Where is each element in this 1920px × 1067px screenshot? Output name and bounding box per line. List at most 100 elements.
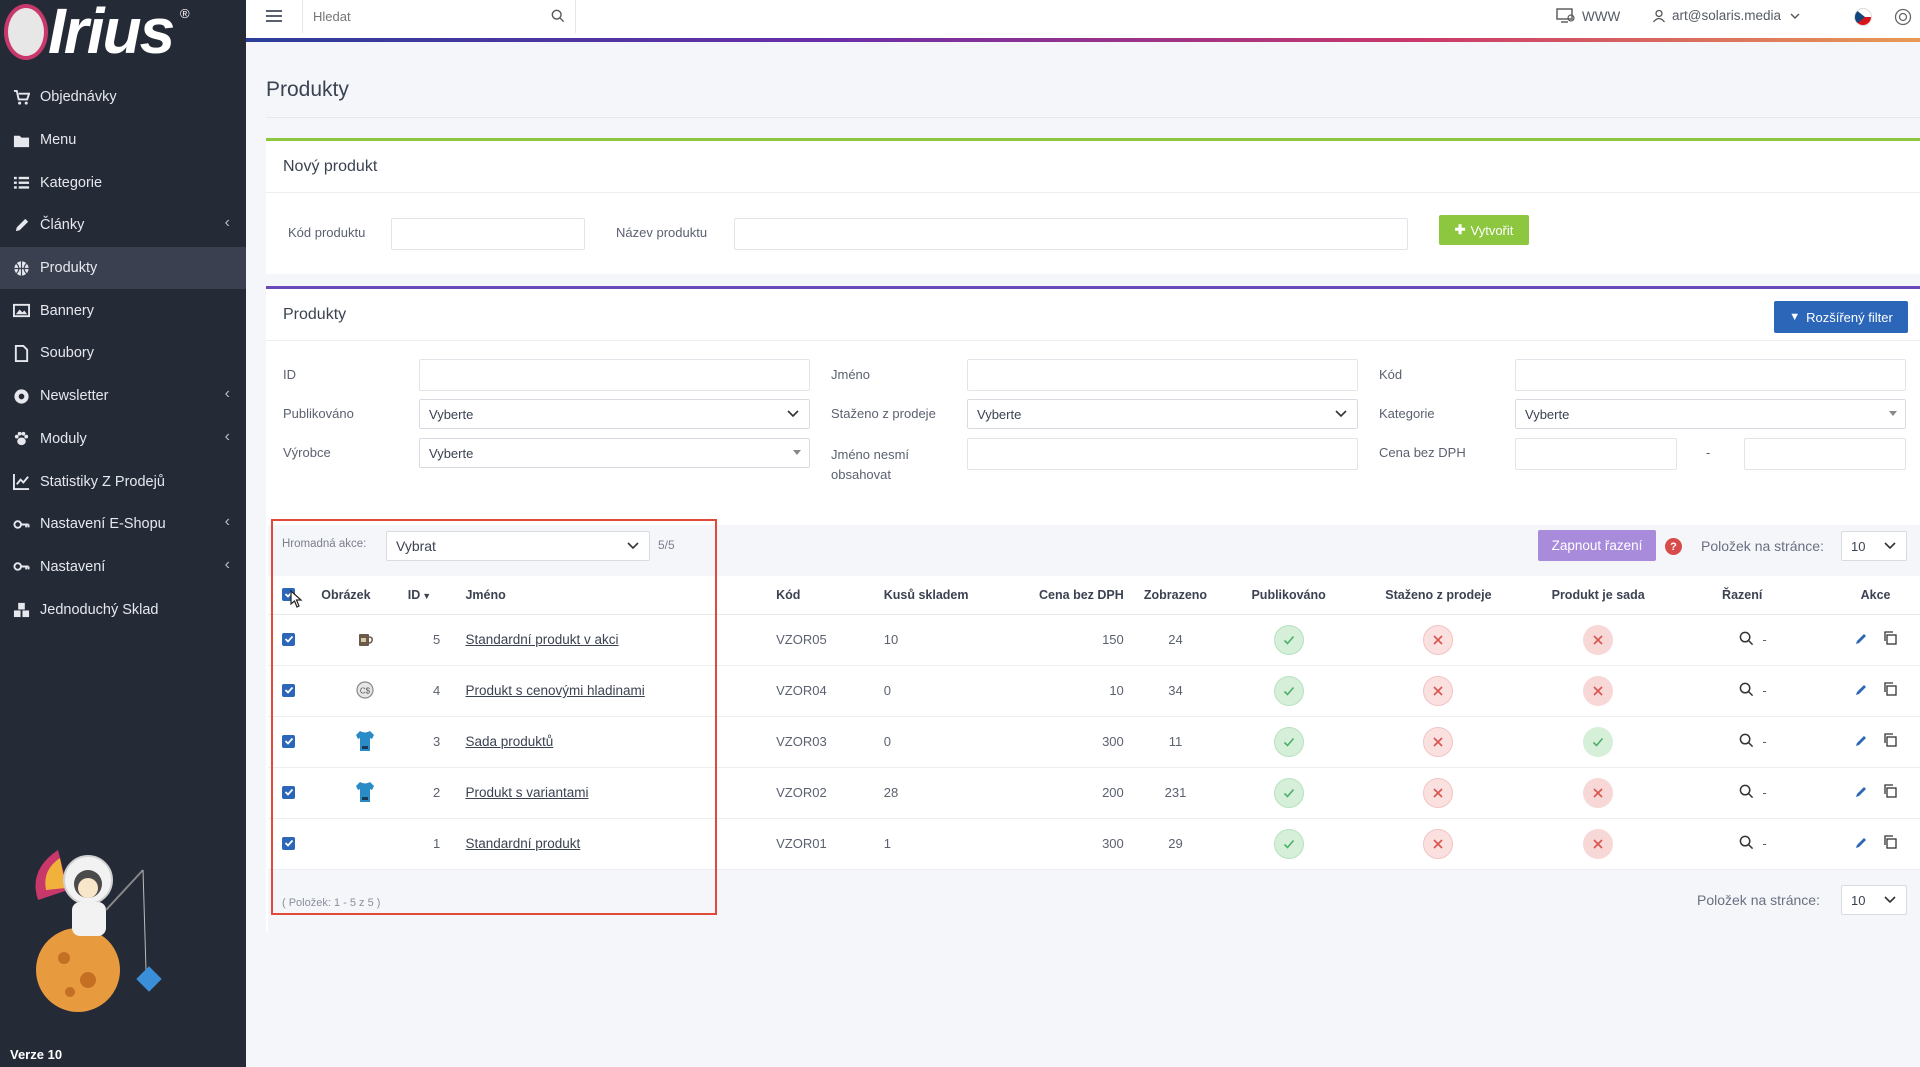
filter-name-not-contain-input[interactable] bbox=[967, 438, 1358, 470]
filter-price-to-input[interactable] bbox=[1744, 438, 1906, 470]
copy-icon[interactable] bbox=[1882, 681, 1898, 697]
sidebar-item-kategorie[interactable]: Kategorie bbox=[0, 161, 246, 204]
copy-icon[interactable] bbox=[1882, 732, 1898, 748]
product-thumbnail[interactable]: C$ bbox=[352, 677, 378, 703]
sidebar-item-moduly[interactable]: Moduly ‹ bbox=[0, 418, 246, 461]
sidebar-item-menu[interactable]: Menu bbox=[0, 119, 246, 162]
sidebar-item-bannery[interactable]: Bannery bbox=[0, 289, 246, 332]
sidebar-item-soubory[interactable]: Soubory bbox=[0, 332, 246, 375]
withdrawn-no-icon[interactable] bbox=[1423, 675, 1454, 706]
sidebar-item-statistiky-z-prodej-[interactable]: Statistiky Z Prodejů bbox=[0, 460, 246, 503]
filter-category-select[interactable]: Vyberte bbox=[1515, 399, 1906, 429]
published-yes-icon[interactable] bbox=[1273, 777, 1304, 808]
product-thumbnail[interactable] bbox=[352, 728, 378, 754]
product-thumbnail[interactable] bbox=[352, 779, 378, 805]
filter-published-select[interactable]: Vyberte bbox=[419, 399, 810, 429]
edit-icon[interactable] bbox=[1854, 734, 1868, 748]
row-sorting: - bbox=[1762, 818, 1832, 870]
copy-icon[interactable] bbox=[1882, 630, 1898, 646]
search-input[interactable] bbox=[303, 0, 533, 33]
row-checkbox[interactable] bbox=[282, 734, 295, 748]
create-button[interactable]: ✚ Vytvořit bbox=[1439, 215, 1529, 245]
advanced-filter-button[interactable]: ▼ Rozšířený filter bbox=[1774, 301, 1908, 333]
sidebar-item-label: Newsletter bbox=[40, 388, 109, 405]
new-product-title: Nový produkt bbox=[266, 141, 1920, 193]
row-stock: 10 bbox=[883, 614, 1006, 666]
filter-name-input[interactable] bbox=[967, 359, 1358, 391]
product-name-link[interactable]: Produkt s cenovými hladinami bbox=[465, 683, 644, 698]
row-checkbox[interactable] bbox=[282, 785, 295, 799]
filter-category-label: Kategorie bbox=[1379, 406, 1435, 421]
sidebar-item-objedn-vky[interactable]: Objednávky bbox=[0, 76, 246, 119]
published-yes-icon[interactable] bbox=[1273, 675, 1304, 706]
row-checkbox[interactable] bbox=[282, 683, 295, 697]
www-link[interactable]: WWW bbox=[1556, 8, 1620, 24]
product-name-link[interactable]: Sada produktů bbox=[465, 734, 553, 749]
withdrawn-no-icon[interactable] bbox=[1423, 828, 1454, 859]
enable-sorting-button[interactable]: Zapnout řazení bbox=[1538, 530, 1656, 561]
withdrawn-no-icon[interactable] bbox=[1423, 624, 1454, 655]
row-code: VZOR03 bbox=[776, 716, 884, 768]
product-code-input[interactable] bbox=[391, 218, 585, 250]
sidebar-item-jednoduch-sklad[interactable]: Jednoduchý Sklad bbox=[0, 588, 246, 631]
col-id[interactable]: ID ▼ bbox=[407, 576, 466, 615]
filter-price-label: Cena bez DPH bbox=[1379, 445, 1466, 460]
user-menu[interactable]: art@solaris.media bbox=[1652, 8, 1801, 23]
is-set-no-icon bbox=[1583, 675, 1614, 706]
withdrawn-no-icon[interactable] bbox=[1423, 777, 1454, 808]
power-icon[interactable] bbox=[1894, 8, 1912, 26]
bulk-action-select[interactable]: Vybrat bbox=[386, 531, 650, 561]
product-name-link[interactable]: Produkt s variantami bbox=[465, 785, 588, 800]
filter-manufacturer-select[interactable]: Vyberte bbox=[419, 438, 810, 468]
search-icon[interactable] bbox=[1739, 631, 1754, 646]
per-page-select-bottom[interactable]: 10 bbox=[1841, 885, 1907, 915]
chevron-down-icon bbox=[1884, 542, 1896, 550]
filter-code-input[interactable] bbox=[1515, 359, 1906, 391]
row-checkbox[interactable] bbox=[282, 632, 295, 646]
search-icon[interactable] bbox=[1739, 682, 1754, 697]
filter-id-input[interactable] bbox=[419, 359, 810, 391]
row-checkbox[interactable] bbox=[282, 836, 295, 850]
row-name-cell: Standardní produkt v akci bbox=[465, 614, 777, 666]
per-page-select[interactable]: 10 bbox=[1841, 531, 1907, 561]
row-is-set-cell bbox=[1522, 665, 1674, 717]
logo[interactable]: Irius ® bbox=[0, 0, 246, 72]
mouse-cursor-icon bbox=[290, 590, 303, 608]
sidebar-item-nastaven-e-shopu[interactable]: Nastavení E-Shopu ‹ bbox=[0, 503, 246, 546]
col-price: Cena bez DPH bbox=[1005, 576, 1128, 615]
product-thumbnail[interactable] bbox=[352, 627, 378, 653]
help-icon[interactable]: ? bbox=[1665, 538, 1682, 555]
language-flag-icon[interactable] bbox=[1854, 8, 1872, 26]
copy-icon[interactable] bbox=[1882, 783, 1898, 799]
published-yes-icon[interactable] bbox=[1273, 828, 1304, 859]
product-thumbnail[interactable] bbox=[352, 829, 378, 855]
withdrawn-no-icon[interactable] bbox=[1423, 726, 1454, 757]
search-icon[interactable] bbox=[551, 9, 565, 23]
published-yes-icon[interactable] bbox=[1273, 624, 1304, 655]
filter-category-value: Vyberte bbox=[1525, 406, 1570, 422]
filter-withdrawn-select[interactable]: Vyberte bbox=[967, 399, 1358, 429]
edit-icon[interactable] bbox=[1854, 683, 1868, 697]
edit-icon[interactable] bbox=[1854, 836, 1868, 850]
advanced-filter-label: Rozšířený filter bbox=[1806, 309, 1893, 325]
edit-icon[interactable] bbox=[1854, 632, 1868, 646]
sidebar-item-produkty[interactable]: Produkty bbox=[0, 246, 246, 290]
product-name-link[interactable]: Standardní produkt v akci bbox=[465, 632, 618, 647]
col-name: Jméno bbox=[465, 576, 777, 615]
row-withdrawn-cell bbox=[1354, 716, 1523, 768]
sidebar-item-newsletter[interactable]: Newsletter ‹ bbox=[0, 375, 246, 418]
published-yes-icon[interactable] bbox=[1273, 726, 1304, 757]
sidebar-item--l-nky[interactable]: Články ‹ bbox=[0, 204, 246, 247]
edit-icon[interactable] bbox=[1854, 785, 1868, 799]
chevron-down-icon bbox=[1790, 13, 1800, 19]
search-icon[interactable] bbox=[1739, 733, 1754, 748]
product-name-link[interactable]: Standardní produkt bbox=[465, 836, 580, 851]
hamburger-menu-icon[interactable] bbox=[266, 10, 282, 24]
copy-icon[interactable] bbox=[1882, 834, 1898, 850]
sidebar-item-nastaven-[interactable]: Nastavení ‹ bbox=[0, 546, 246, 589]
filter-price-from-input[interactable] bbox=[1515, 438, 1677, 470]
search-icon[interactable] bbox=[1739, 835, 1754, 850]
search-icon[interactable] bbox=[1739, 784, 1754, 799]
product-name-input[interactable] bbox=[734, 218, 1408, 250]
row-is-set-cell bbox=[1522, 818, 1674, 870]
